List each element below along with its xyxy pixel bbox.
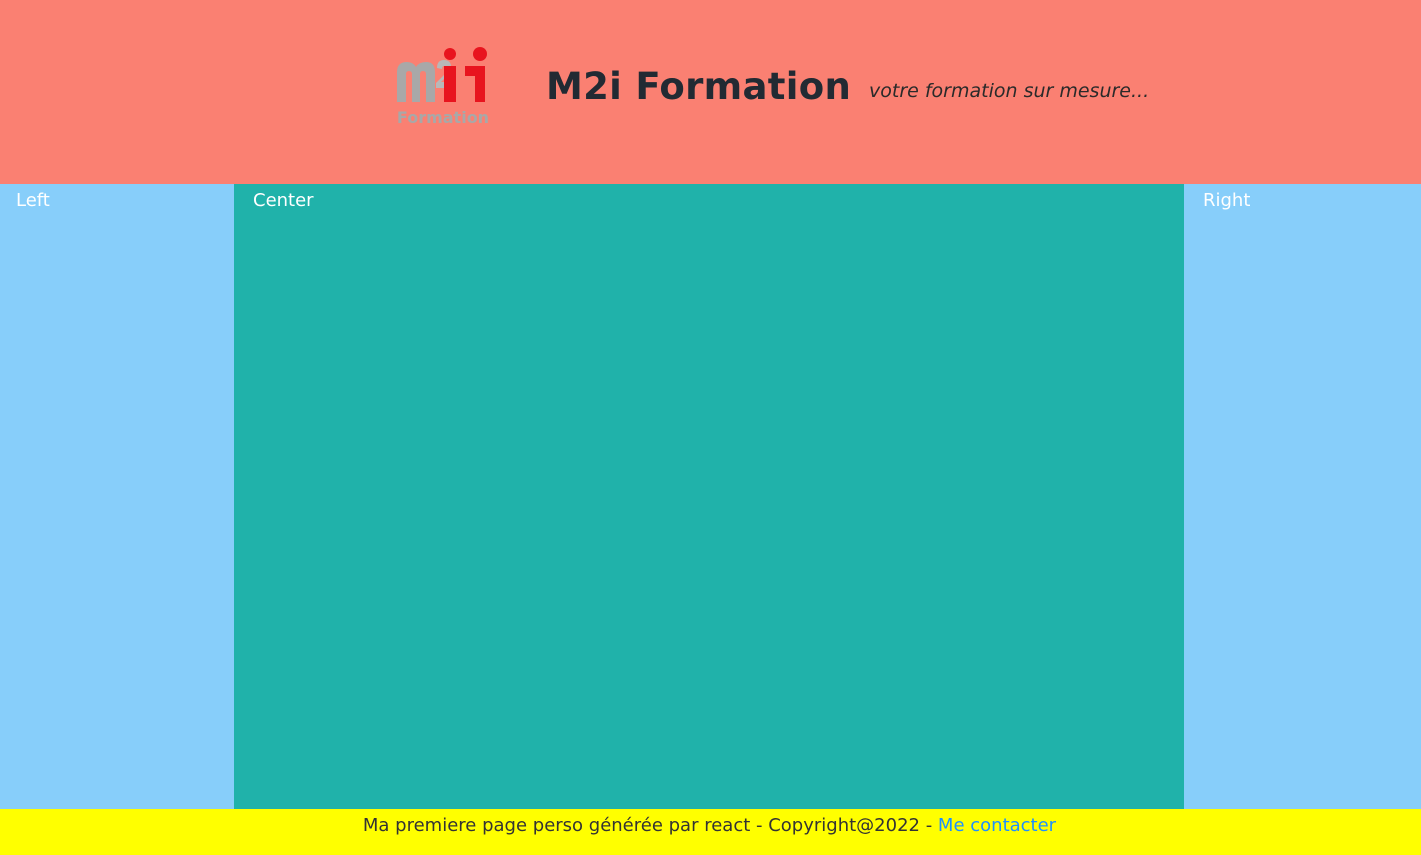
- contact-link[interactable]: Me contacter: [938, 815, 1056, 836]
- left-column-label: Left: [16, 190, 50, 211]
- svg-text:Formation: Formation: [397, 108, 489, 127]
- site-title: M2i Formation: [546, 65, 852, 108]
- footer-text: Ma premiere page perso générée par react…: [362, 815, 938, 836]
- m2i-logo: Formation: [397, 47, 489, 127]
- tagline: votre formation sur mesure...: [869, 80, 1150, 102]
- right-column: Right: [1184, 184, 1421, 809]
- left-column: Left: [0, 184, 234, 809]
- page: Formation M2i Formation votre formation …: [0, 0, 1421, 855]
- center-column-label: Center: [253, 190, 314, 211]
- center-column: Center: [234, 184, 1184, 809]
- header: Formation M2i Formation votre formation …: [0, 0, 1421, 184]
- right-column-label: Right: [1203, 190, 1251, 211]
- footer: Ma premiere page perso générée par react…: [0, 809, 1421, 855]
